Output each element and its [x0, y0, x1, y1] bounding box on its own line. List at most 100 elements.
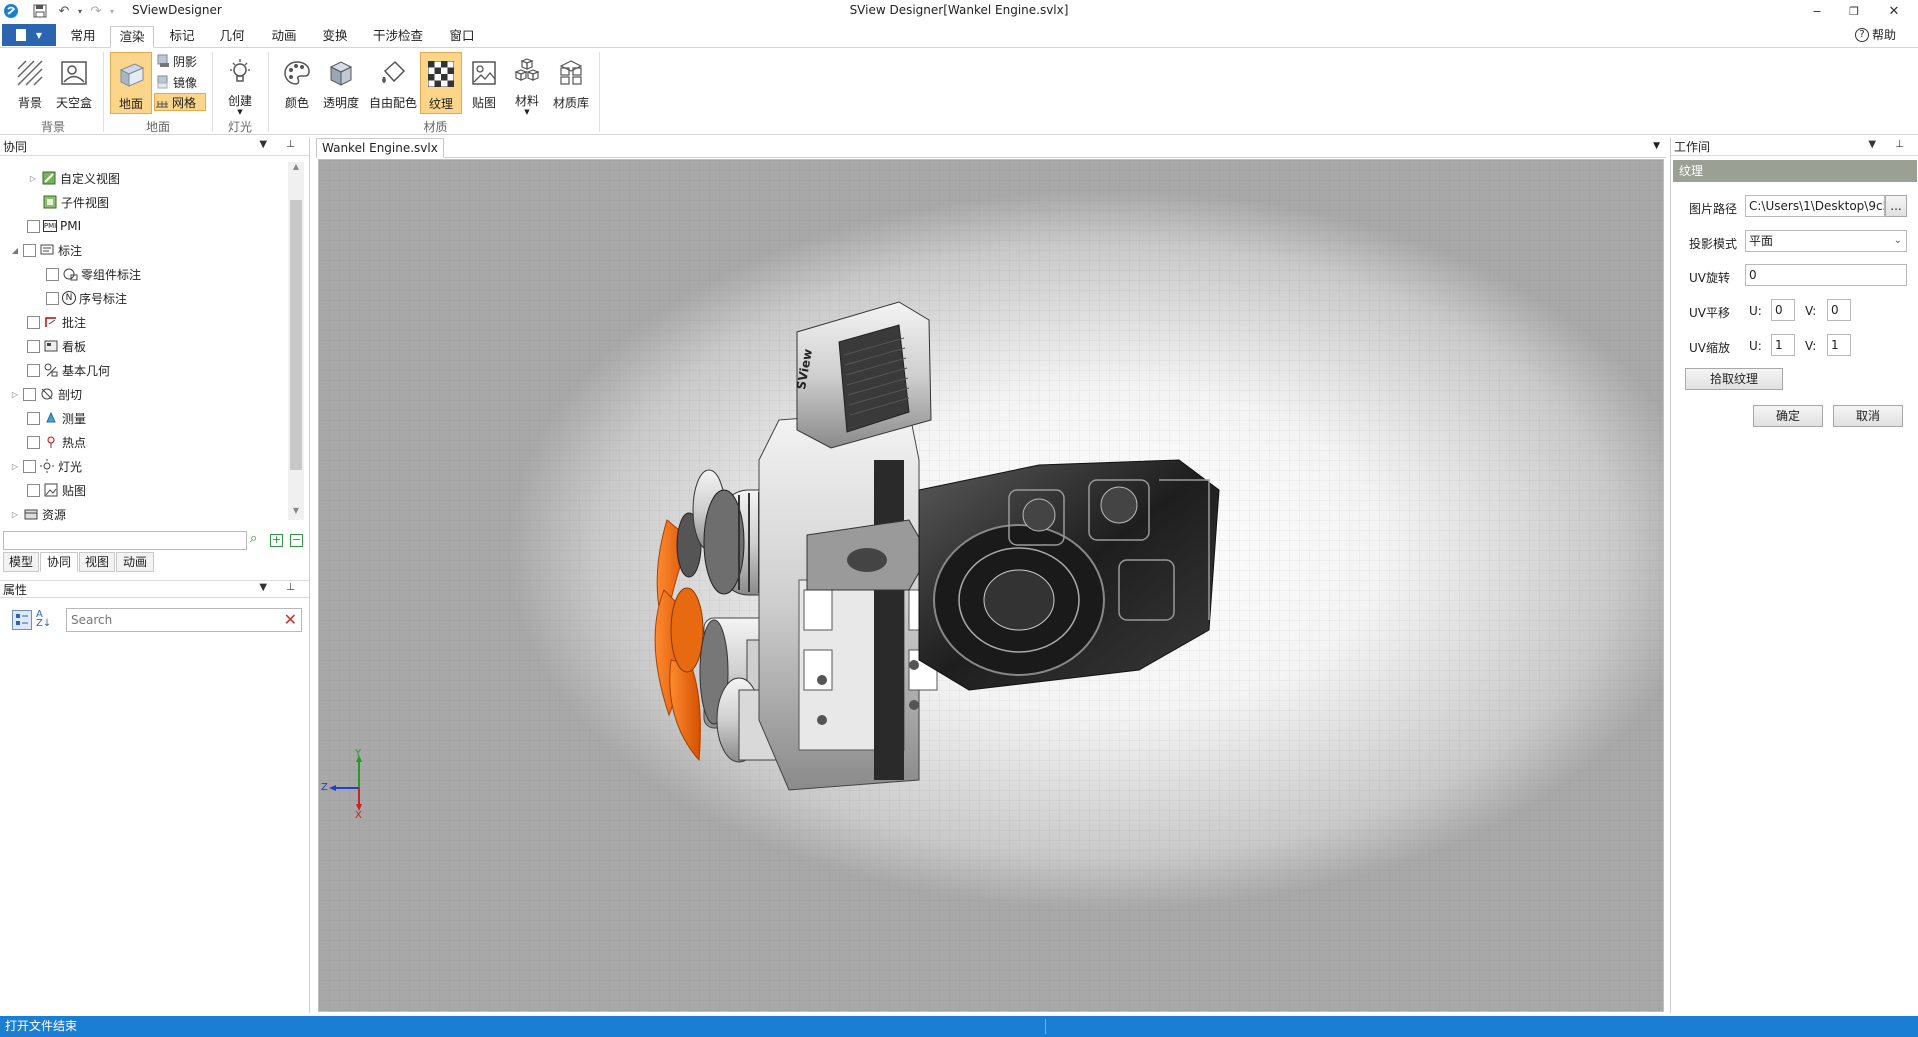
tree-item-measure[interactable]: 测量: [14, 406, 86, 430]
tree-item-subpart-view[interactable]: 子件视图: [42, 190, 109, 214]
tab-animation[interactable]: 动画: [262, 26, 306, 48]
tab-collab[interactable]: 协同: [40, 552, 78, 572]
uv-scale-u-input[interactable]: 1: [1771, 334, 1795, 356]
tab-model[interactable]: 模型: [3, 552, 39, 572]
tree-item-decal[interactable]: 贴图: [14, 478, 86, 502]
checkbox[interactable]: [27, 363, 40, 377]
tree-item-board[interactable]: 看板: [14, 334, 86, 358]
checkbox[interactable]: [23, 243, 36, 257]
tab-window[interactable]: 窗口: [440, 26, 484, 48]
tab-transform[interactable]: 变换: [313, 26, 357, 48]
collapse-all-icon[interactable]: −: [290, 534, 303, 547]
checkbox[interactable]: [27, 219, 40, 233]
cancel-button[interactable]: 取消: [1833, 405, 1903, 427]
3d-viewport[interactable]: SView Y Z X: [318, 159, 1664, 1012]
redo-dropdown-icon[interactable]: ▾: [104, 3, 120, 19]
alphabetical-sort-icon[interactable]: A Z↓: [36, 610, 56, 630]
uv-rotate-input[interactable]: 0: [1745, 264, 1907, 286]
close-icon[interactable]: ✕: [1872, 0, 1916, 22]
redo-icon[interactable]: ↷: [88, 3, 104, 19]
pane-pin-icon[interactable]: ▼ ⊥: [259, 139, 303, 150]
projection-mode-select[interactable]: 平面 ⌄: [1745, 230, 1907, 252]
scroll-down-icon[interactable]: ▼: [288, 506, 304, 520]
ground-button[interactable]: 地面: [110, 52, 152, 114]
tree-item-resource[interactable]: ▷ 资源: [10, 502, 66, 526]
tree-item-custom-view[interactable]: ▷ 自定义视图: [28, 166, 120, 190]
tab-interference-check[interactable]: 干涉检查: [364, 26, 432, 48]
mirror-button[interactable]: 镜像: [156, 73, 206, 91]
tree-filter-input[interactable]: [3, 531, 247, 550]
document-list-dropdown-icon[interactable]: ▼: [1653, 141, 1660, 151]
checkbox[interactable]: [27, 435, 40, 449]
tree-item-light[interactable]: ▷ 灯光: [10, 454, 82, 478]
tab-anim[interactable]: 动画: [116, 552, 154, 572]
scrollbar-thumb[interactable]: [290, 200, 302, 470]
expand-all-icon[interactable]: +: [270, 534, 283, 547]
projection-mode-value: 平面: [1749, 234, 1774, 248]
checkbox[interactable]: [27, 339, 40, 353]
material-library-button[interactable]: 材质库: [548, 52, 594, 114]
expand-arrow-icon[interactable]: ▷: [10, 390, 20, 399]
file-menu-button[interactable]: ▼: [2, 24, 56, 46]
expand-arrow-icon[interactable]: ▷: [10, 462, 20, 471]
pick-texture-button[interactable]: 拾取纹理: [1685, 368, 1783, 390]
collapse-arrow-icon[interactable]: ◢: [10, 246, 20, 255]
pane-pin-icon[interactable]: ▼ ⊥: [259, 582, 303, 593]
checkbox[interactable]: [46, 291, 59, 305]
tree-item-section[interactable]: ▷ 剖切: [10, 382, 82, 406]
checkbox[interactable]: [27, 483, 40, 497]
tab-geometry[interactable]: 几何: [210, 26, 254, 48]
tab-common[interactable]: 常用: [62, 26, 104, 48]
save-icon[interactable]: [32, 3, 48, 19]
create-light-button[interactable]: 创建 ▼: [220, 52, 260, 116]
categorized-icon[interactable]: [12, 610, 32, 630]
tree-item-pmi[interactable]: PMI PMI: [14, 214, 81, 238]
browse-button[interactable]: ...: [1885, 195, 1907, 217]
grid-button[interactable]: 网格: [154, 93, 206, 111]
scroll-up-icon[interactable]: ▲: [288, 162, 304, 176]
pane-pin-icon[interactable]: ▼ ⊥: [1868, 139, 1912, 150]
tree-scrollbar[interactable]: ▲ ▼: [288, 162, 304, 520]
shadow-button[interactable]: 阴影: [156, 52, 206, 70]
undo-icon[interactable]: ↶: [56, 3, 72, 19]
checkbox[interactable]: [23, 459, 36, 473]
tree-item-part-annotation[interactable]: 零组件标注: [33, 262, 141, 286]
decal-button[interactable]: 贴图: [466, 52, 502, 114]
image-path-input[interactable]: C:\Users\1\Desktop\9c5: [1745, 195, 1885, 217]
checkbox[interactable]: [27, 411, 40, 425]
tab-view[interactable]: 视图: [79, 552, 115, 572]
property-search-field[interactable]: ✕: [66, 608, 302, 632]
property-search-input[interactable]: [71, 610, 271, 630]
restore-icon[interactable]: ❐: [1832, 0, 1876, 22]
checkbox[interactable]: [23, 387, 36, 401]
clear-search-icon[interactable]: ✕: [284, 610, 297, 629]
tab-markup[interactable]: 标记: [160, 26, 204, 48]
background-button[interactable]: 背景: [10, 52, 50, 114]
texture-button[interactable]: 纹理: [420, 52, 462, 114]
tab-render[interactable]: 渲染: [110, 26, 154, 48]
uv-translate-u-input[interactable]: 0: [1771, 299, 1795, 321]
app-logo-icon[interactable]: [3, 3, 19, 19]
uv-translate-v-input[interactable]: 0: [1827, 299, 1851, 321]
expand-arrow-icon[interactable]: ▷: [10, 510, 20, 519]
color-button[interactable]: 颜色: [277, 52, 317, 114]
transparency-button[interactable]: 透明度: [319, 52, 363, 114]
help-button[interactable]: ? 帮助: [1854, 26, 1896, 43]
tree-item-comment[interactable]: 批注: [14, 310, 86, 334]
undo-dropdown-icon[interactable]: ▾: [72, 3, 88, 19]
skybox-button[interactable]: 天空盒: [52, 52, 96, 114]
tree-item-annotation[interactable]: ◢ 标注: [10, 238, 82, 262]
search-icon[interactable]: ⌕: [250, 532, 264, 548]
engine-model[interactable]: SView: [319, 160, 1664, 1012]
free-color-button[interactable]: 自由配色: [366, 52, 420, 114]
ok-button[interactable]: 确定: [1753, 405, 1823, 427]
uv-scale-v-input[interactable]: 1: [1827, 334, 1851, 356]
checkbox[interactable]: [46, 267, 59, 281]
tree-item-hotspot[interactable]: 热点: [14, 430, 86, 454]
tree-item-sequence-annotation[interactable]: N 序号标注: [33, 286, 127, 310]
checkbox[interactable]: [27, 315, 40, 329]
document-tab[interactable]: Wankel Engine.svlx: [316, 138, 444, 158]
material-button[interactable]: 材料 ▼: [507, 52, 547, 116]
tree-item-geometry[interactable]: 基本几何: [14, 358, 110, 382]
expand-arrow-icon[interactable]: ▷: [28, 174, 38, 183]
